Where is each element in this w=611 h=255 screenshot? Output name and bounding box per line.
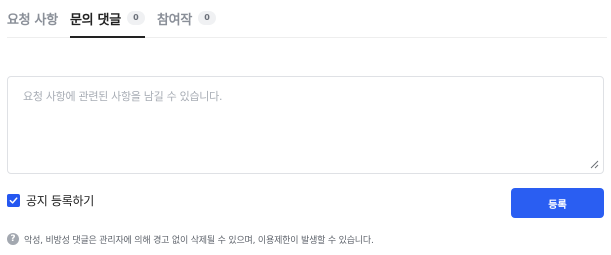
- tab-participating-works[interactable]: 참여작 0: [157, 0, 216, 36]
- warning-text: 악성, 비방성 댓글은 관리자에 의해 경고 없이 삭제될 수 있으며, 이용제…: [24, 235, 374, 246]
- checkmark-icon: [9, 196, 18, 204]
- tab-label: 문의 댓글: [70, 12, 121, 28]
- comment-textarea[interactable]: [8, 77, 603, 173]
- tab-inquiry-comments[interactable]: 문의 댓글 0: [70, 0, 145, 38]
- tab-request-details[interactable]: 요청 사항: [7, 0, 58, 36]
- tab-label: 요청 사항: [7, 12, 58, 28]
- notice-checkbox-row[interactable]: 공지 등록하기: [7, 192, 94, 208]
- tab-label: 참여작: [157, 12, 192, 28]
- tab-count-badge: 0: [197, 11, 216, 25]
- notice-checkbox[interactable]: [7, 193, 20, 207]
- comment-policy-notice: ? 악성, 비방성 댓글은 관리자에 의해 경고 없이 삭제될 수 있으며, 이…: [7, 232, 374, 246]
- notice-checkbox-label: 공지 등록하기: [26, 193, 94, 208]
- question-mark-icon: ?: [7, 233, 19, 245]
- submit-button[interactable]: 등록: [511, 188, 604, 218]
- tab-bar: 요청 사항 문의 댓글 0 참여작 0: [7, 0, 607, 38]
- resize-handle-icon[interactable]: [589, 159, 599, 169]
- tab-count-badge: 0: [126, 11, 145, 25]
- comment-input-container: [7, 76, 604, 174]
